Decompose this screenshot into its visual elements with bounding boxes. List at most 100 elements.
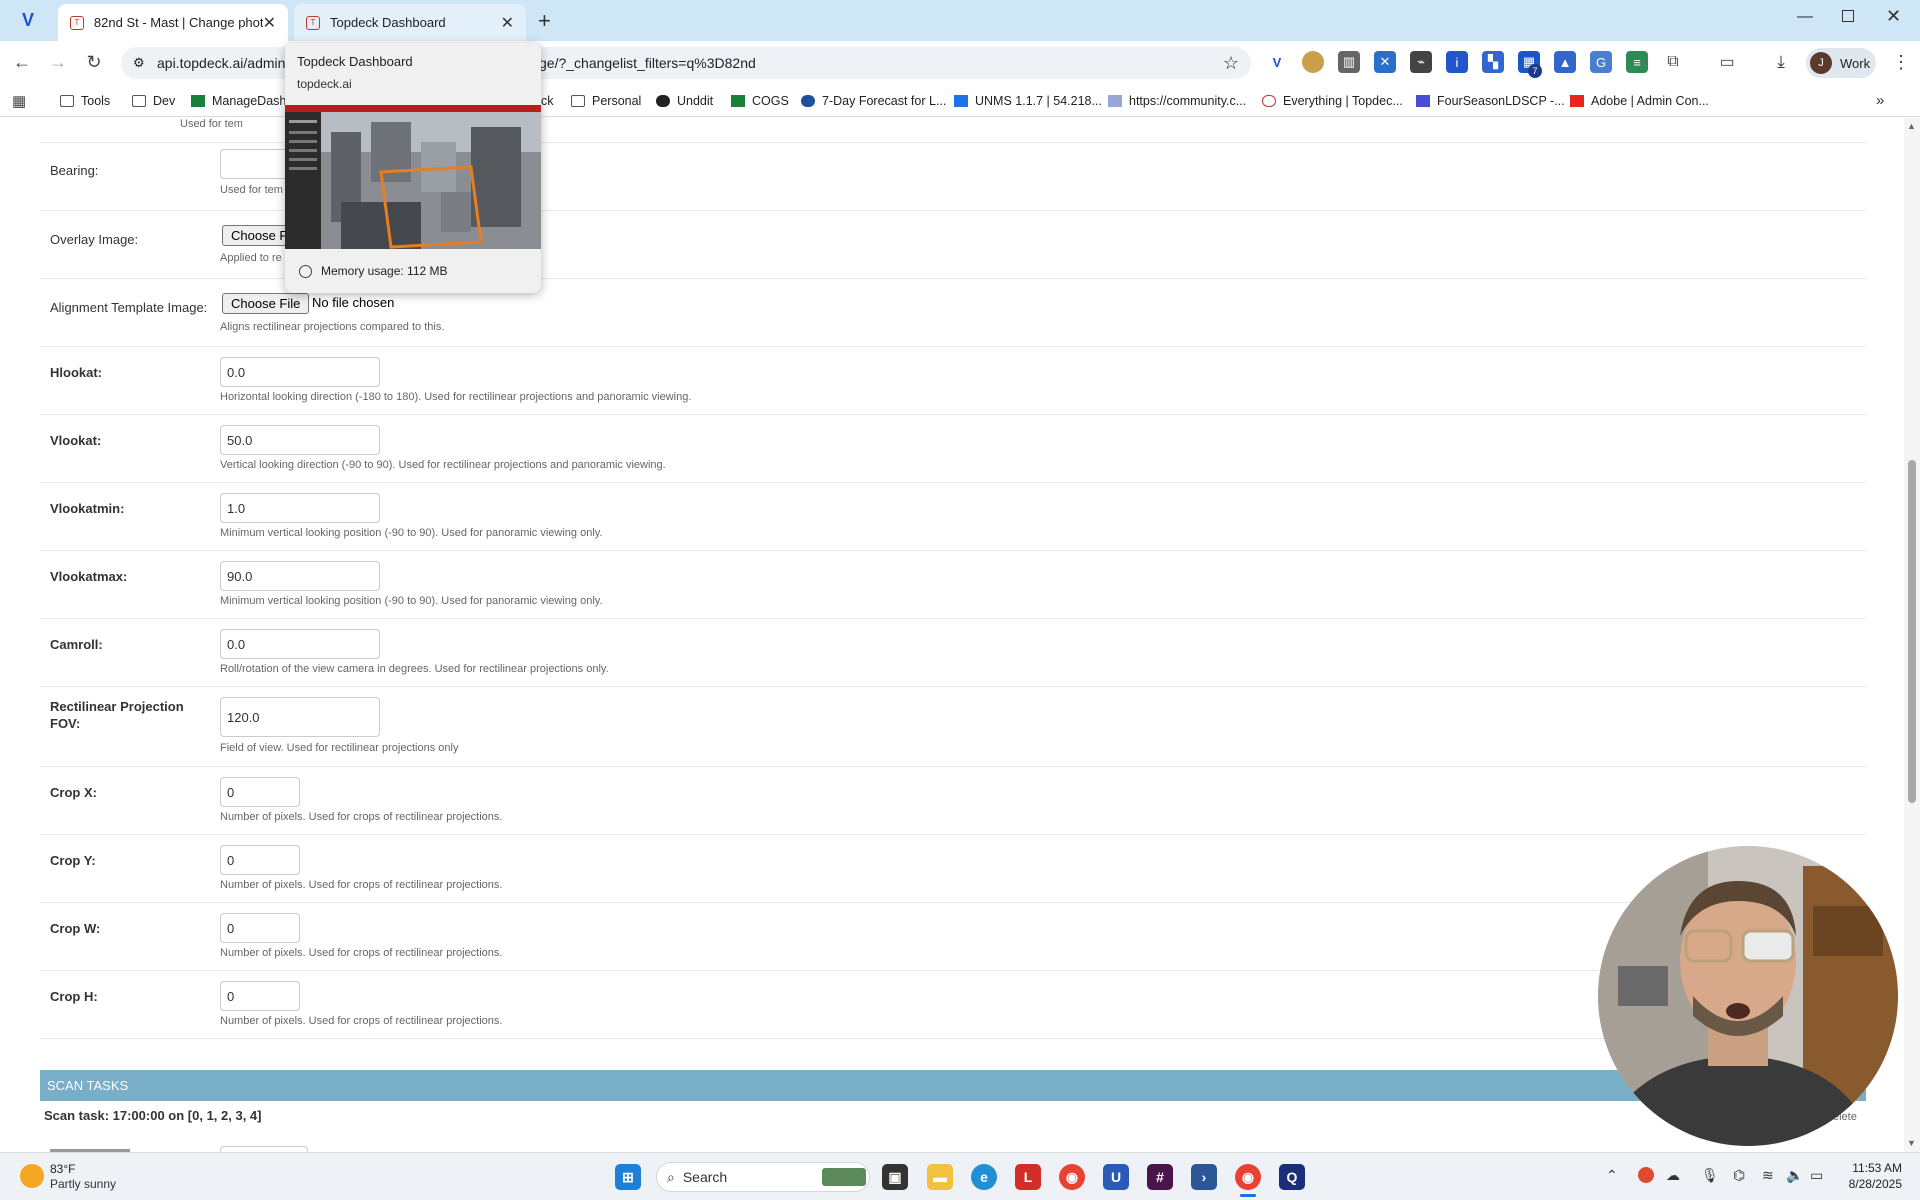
extension-green-icon[interactable]: ≡ bbox=[1626, 51, 1648, 73]
crop-x-input[interactable]: 0 bbox=[220, 777, 300, 807]
download-icon[interactable]: ⤓ bbox=[1770, 51, 1792, 73]
tab-hover-card: Topdeck Dashboard topdeck.ai Memory usag… bbox=[285, 43, 541, 293]
row-fov: Rectilinear Projection FOV: 120.0 Field … bbox=[40, 687, 1866, 767]
search-icon: ⌕ bbox=[667, 1168, 675, 1185]
vlookat-input[interactable]: 50.0 bbox=[220, 425, 380, 455]
powershell-icon[interactable]: › bbox=[1191, 1164, 1217, 1190]
field-label: Crop H: bbox=[50, 989, 98, 1004]
edge-icon[interactable]: e bbox=[971, 1164, 997, 1190]
bookmark-adobe[interactable]: Adobe | Admin Con... bbox=[1570, 91, 1709, 111]
more-bookmarks-icon[interactable]: » bbox=[1876, 92, 1884, 109]
bookmark-personal[interactable]: Personal bbox=[571, 91, 641, 111]
tray-cloud-icon[interactable]: ☁ bbox=[1666, 1167, 1680, 1184]
tray-chevron-icon[interactable]: ⌃ bbox=[1606, 1167, 1618, 1184]
tab-82nd-st[interactable]: T 82nd St - Mast | Change photo ✕ bbox=[58, 4, 288, 41]
vlookatmax-input[interactable]: 90.0 bbox=[220, 561, 380, 591]
extension-globe-icon[interactable] bbox=[1302, 51, 1324, 73]
task-view-icon[interactable]: ▣ bbox=[882, 1164, 908, 1190]
lastpass-icon[interactable]: L bbox=[1015, 1164, 1041, 1190]
bookmark-cogs[interactable]: COGS bbox=[731, 91, 789, 111]
windows-taskbar bbox=[0, 1152, 1920, 1200]
bookmark-star-icon[interactable]: ☆ bbox=[1223, 53, 1239, 74]
camroll-input[interactable]: 0.0 bbox=[220, 629, 380, 659]
extension-v-icon[interactable]: V bbox=[1266, 51, 1288, 73]
tray-wifi-icon[interactable]: ≋ bbox=[1762, 1167, 1774, 1184]
adobe-icon bbox=[1570, 95, 1584, 107]
bookmark-everything[interactable]: Everything | Topdec... bbox=[1262, 91, 1403, 111]
extension-cap-icon[interactable]: ▲ bbox=[1554, 51, 1576, 73]
minimize-button[interactable]: — bbox=[1797, 8, 1813, 26]
crop-y-input[interactable]: 0 bbox=[220, 845, 300, 875]
vlookatmin-input[interactable]: 1.0 bbox=[220, 493, 380, 523]
field-label-line2: FOV: bbox=[50, 716, 81, 731]
bookmark-tools[interactable]: Tools bbox=[60, 91, 110, 111]
slack-icon[interactable]: # bbox=[1147, 1164, 1173, 1190]
weather-temp: 83°F bbox=[50, 1162, 76, 1176]
tray-record-icon[interactable] bbox=[1638, 1167, 1654, 1183]
bookmark-unms[interactable]: UNMS 1.1.7 | 54.218... bbox=[954, 91, 1102, 111]
scroll-down-icon[interactable]: ▼ bbox=[1907, 1138, 1916, 1148]
clock-time[interactable]: 11:53 AM bbox=[1846, 1161, 1902, 1175]
close-window-button[interactable]: ✕ bbox=[1886, 6, 1901, 27]
hlookat-input[interactable]: 0.0 bbox=[220, 357, 380, 387]
extensions-puzzle-icon[interactable]: ⧉ bbox=[1662, 51, 1684, 73]
windows-start-icon[interactable]: ⊞ bbox=[615, 1164, 641, 1190]
profile-label: Work bbox=[1840, 55, 1871, 71]
chrome-profile-icon[interactable]: ◉ bbox=[1235, 1164, 1261, 1190]
site-info-icon[interactable]: ⚙ bbox=[133, 55, 145, 71]
close-icon[interactable]: ✕ bbox=[263, 13, 276, 33]
url-text-right: ge/?_changelist_filters=q%3D82nd bbox=[539, 55, 756, 71]
bookmark-managedash[interactable]: ManageDash bbox=[191, 91, 286, 111]
extension-building-icon[interactable]: ▥ bbox=[1338, 51, 1360, 73]
field-label: Crop Y: bbox=[50, 853, 96, 868]
clock-date[interactable]: 8/28/2025 bbox=[1840, 1177, 1902, 1191]
tray-mic-icon[interactable]: 🎙 bbox=[1701, 1167, 1719, 1184]
scroll-up-icon[interactable]: ▲ bbox=[1907, 121, 1916, 131]
help-text: Number of pixels. Used for crops of rect… bbox=[220, 879, 503, 891]
tab-strip bbox=[0, 0, 1920, 41]
bookmark-unddit[interactable]: Unddit bbox=[656, 91, 713, 111]
extension-info-icon[interactable]: i bbox=[1446, 51, 1468, 73]
file-explorer-icon[interactable]: ▬ bbox=[927, 1164, 953, 1190]
vivaldi-logo-icon[interactable]: V bbox=[22, 10, 44, 32]
taskbar-search[interactable]: ⌕ Search bbox=[656, 1162, 870, 1192]
tray-volume-icon[interactable]: 🔈 bbox=[1786, 1167, 1803, 1184]
forward-button[interactable]: → bbox=[44, 48, 72, 76]
bookmark-dev[interactable]: Dev bbox=[132, 91, 175, 111]
scrollbar-thumb[interactable] bbox=[1908, 460, 1916, 803]
tab-search-icon[interactable]: ▭ bbox=[1716, 51, 1738, 73]
tray-battery-icon[interactable]: ▭ bbox=[1810, 1167, 1823, 1184]
reload-button[interactable]: ↻ bbox=[80, 48, 108, 76]
fov-input[interactable]: 120.0 bbox=[220, 697, 380, 737]
tray-network-icon[interactable]: ⌬ bbox=[1733, 1167, 1745, 1184]
search-highlight-icon bbox=[822, 1168, 866, 1186]
bookmark-community[interactable]: https://community.c... bbox=[1108, 91, 1246, 111]
help-text: Number of pixels. Used for crops of rect… bbox=[220, 811, 503, 823]
bookmark-partial[interactable]: ck bbox=[541, 91, 554, 111]
crop-w-input[interactable]: 0 bbox=[220, 913, 300, 943]
hover-card-domain: topdeck.ai bbox=[297, 77, 352, 91]
apps-grid-icon[interactable]: ▦ bbox=[12, 92, 26, 110]
bookmark-fourseason[interactable]: FourSeasonLDSCP -... bbox=[1416, 91, 1565, 111]
file-status: No file chosen bbox=[312, 295, 395, 310]
close-icon[interactable]: ✕ bbox=[501, 13, 514, 33]
choose-file-button[interactable]: Choose File bbox=[222, 293, 310, 314]
profile-button[interactable]: J Work bbox=[1806, 48, 1876, 78]
memory-usage-text: Memory usage: 112 MB bbox=[321, 264, 448, 278]
tab-topdeck-dashboard[interactable]: T Topdeck Dashboard ✕ bbox=[294, 4, 526, 41]
bookmark-forecast[interactable]: 7-Day Forecast for L... bbox=[801, 91, 946, 111]
menu-dots-icon[interactable]: ⋮ bbox=[1892, 52, 1910, 73]
extension-blocks-icon[interactable]: ▚ bbox=[1482, 51, 1504, 73]
chrome-icon[interactable]: ◉ bbox=[1059, 1164, 1085, 1190]
back-button[interactable]: ← bbox=[8, 48, 36, 76]
field-label: Vlookat: bbox=[50, 433, 102, 448]
weather-icon[interactable] bbox=[20, 1164, 44, 1188]
maximize-button[interactable] bbox=[1842, 10, 1854, 22]
u-app-icon[interactable]: U bbox=[1103, 1164, 1129, 1190]
extension-drive-icon[interactable]: ⌁ bbox=[1410, 51, 1432, 73]
crop-h-input[interactable]: 0 bbox=[220, 981, 300, 1011]
new-tab-button[interactable]: + bbox=[538, 8, 551, 34]
extension-translate-icon[interactable]: G bbox=[1590, 51, 1612, 73]
extension-x-icon[interactable]: ✕ bbox=[1374, 51, 1396, 73]
quickassist-icon[interactable]: Q bbox=[1279, 1164, 1305, 1190]
